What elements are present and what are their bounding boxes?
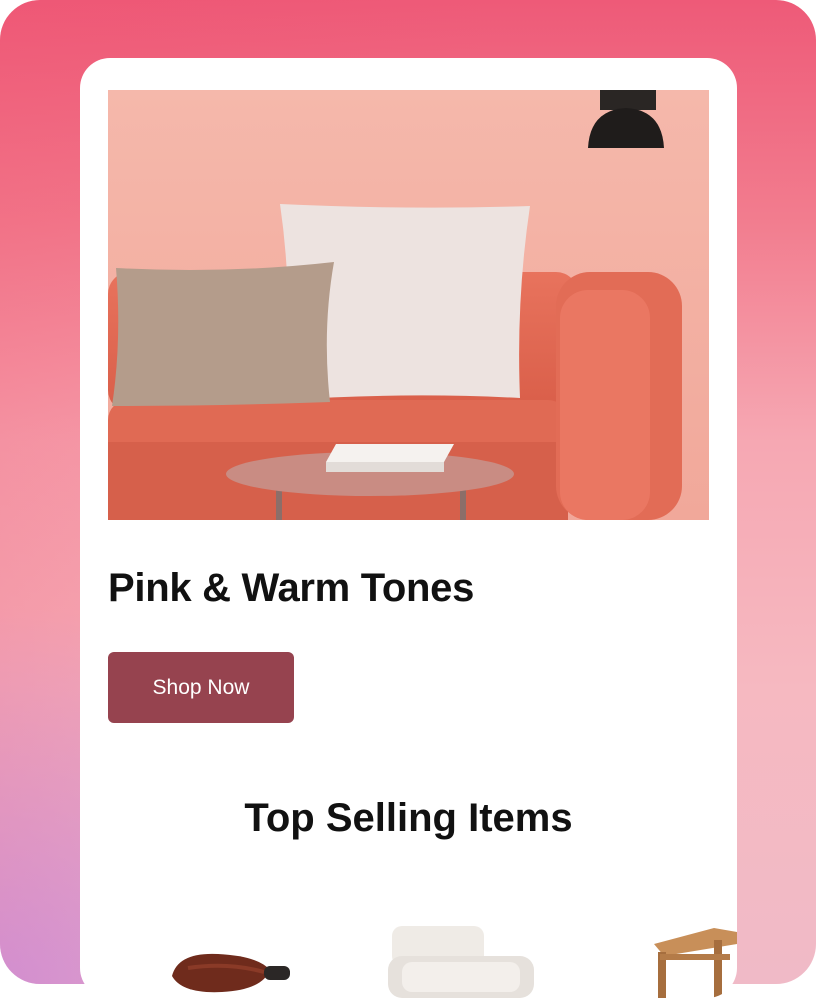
product-card: Pink & Warm Tones Shop Now Top Selling I… bbox=[80, 58, 737, 998]
product-item-white-armchair[interactable] bbox=[388, 926, 538, 998]
product-item-wooden-table[interactable] bbox=[654, 928, 737, 998]
section-title: Top Selling Items bbox=[244, 796, 573, 840]
product-item-brown-chair[interactable] bbox=[168, 946, 298, 998]
hero-image[interactable] bbox=[108, 90, 709, 520]
shop-now-button[interactable]: Shop Now bbox=[108, 652, 294, 723]
promo-title: Pink & Warm Tones bbox=[108, 566, 475, 610]
